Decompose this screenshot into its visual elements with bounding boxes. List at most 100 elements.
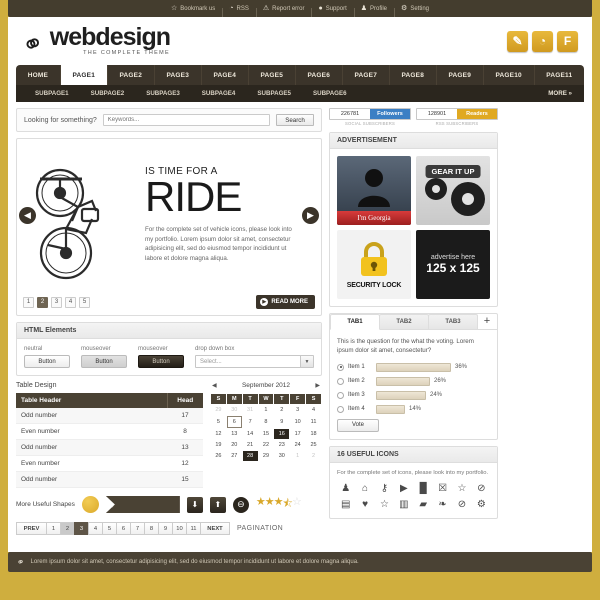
pagination-page-1[interactable]: 1 — [46, 522, 60, 535]
ad-security-lock[interactable]: SECURITY LOCK — [337, 230, 411, 299]
pagination-prev[interactable]: PREV — [16, 522, 46, 535]
calendar-day[interactable]: 9 — [274, 416, 289, 428]
slider-dot-1[interactable]: 1 — [23, 296, 34, 308]
slider-dot-4[interactable]: 4 — [65, 296, 76, 308]
table-row[interactable]: Even number 12 — [16, 455, 203, 472]
video-camera-icon[interactable]: ▶ — [395, 482, 412, 495]
pagination-next[interactable]: NEXT — [200, 522, 230, 535]
chart-icon[interactable]: █ — [415, 482, 432, 495]
minus-circle-icon[interactable]: ⊖ — [232, 496, 249, 513]
radio-icon-3[interactable] — [337, 391, 344, 399]
ad-placeholder[interactable]: advertise here 125 x 125 — [416, 230, 490, 299]
calendar-day[interactable]: 12 — [211, 429, 226, 439]
read-more-button[interactable]: ▶ READ MORE — [256, 295, 315, 309]
rss-icon[interactable]: ◔ — [532, 30, 553, 52]
calendar-day[interactable]: 8 — [259, 416, 274, 428]
nav-item-page11[interactable]: PAGE11 — [535, 65, 584, 85]
vote-option-2[interactable]: Item 2 26% — [337, 376, 490, 386]
table-row[interactable]: Even number 8 — [16, 423, 203, 440]
ad-gear-it-up[interactable]: GEAR IT UP — [416, 156, 490, 225]
subnav-item-subpage2[interactable]: SUBPAGE2 — [80, 90, 136, 97]
topbar-item-bookmark[interactable]: ☆ Bookmark us — [164, 5, 222, 12]
subnav-item-subpage4[interactable]: SUBPAGE4 — [191, 90, 247, 97]
calendar-day[interactable]: 17 — [290, 429, 305, 439]
calendar-next-button[interactable]: ▶ — [315, 382, 320, 389]
slider-prev-arrow[interactable]: ◀ — [19, 207, 36, 224]
pagination-page-4[interactable]: 4 — [88, 522, 102, 535]
book-icon[interactable]: ▥ — [395, 498, 412, 511]
pagination-page-8[interactable]: 8 — [144, 522, 158, 535]
document-icon[interactable]: ▤ — [337, 498, 354, 511]
calendar-day[interactable]: 3 — [290, 405, 305, 415]
nav-item-page7[interactable]: PAGE7 — [343, 65, 390, 85]
calendar-day[interactable]: 1 — [259, 405, 274, 415]
vote-button[interactable]: Vote — [337, 418, 379, 432]
ad-im-georgia[interactable]: I'm Georgia — [337, 156, 411, 225]
nav-item-page6[interactable]: PAGE6 — [296, 65, 343, 85]
topbar-item-setting[interactable]: ⚙ Setting — [394, 5, 436, 17]
calendar-day[interactable]: 26 — [211, 451, 226, 461]
radio-icon-4[interactable] — [337, 405, 344, 413]
calendar-day[interactable]: 30 — [227, 405, 242, 415]
button-hover[interactable]: Button — [81, 355, 127, 368]
download-arrow-icon[interactable]: ⬇ — [186, 496, 203, 513]
gear-icon[interactable]: ⚙ — [473, 498, 490, 511]
pagination-page-11[interactable]: 11 — [186, 522, 200, 535]
calendar-day-today[interactable]: 6 — [226, 416, 242, 428]
nav-item-home[interactable]: HOME — [16, 65, 61, 85]
rss-feed-icon[interactable]: ✎ — [507, 30, 528, 52]
calendar-day[interactable]: 15 — [259, 429, 274, 439]
calendar-day[interactable]: 21 — [243, 440, 258, 450]
tab-tab3[interactable]: TAB3 — [428, 314, 478, 329]
pagination-page-2[interactable]: 2 — [60, 522, 74, 535]
nav-item-page9[interactable]: PAGE9 — [437, 65, 484, 85]
pagination-page-5[interactable]: 5 — [102, 522, 116, 535]
stat-followers[interactable]: 226781 Followers SOCIAL SUBSCRIBERS — [329, 108, 411, 126]
calendar-day[interactable]: 7 — [243, 416, 258, 428]
calendar-day[interactable]: 19 — [211, 440, 226, 450]
nav-item-page2[interactable]: PAGE2 — [108, 65, 155, 85]
calendar-prev-button[interactable]: ◀ — [212, 382, 217, 389]
table-row[interactable]: Odd number 13 — [16, 439, 203, 456]
pagination-page-3-current[interactable]: 3 — [74, 522, 88, 535]
stat-readers[interactable]: 128901 Readers RSS SUBSCRIBERS — [416, 108, 498, 126]
slider-next-arrow[interactable]: ▶ — [302, 207, 319, 224]
nav-item-page10[interactable]: PAGE10 — [484, 65, 535, 85]
calendar-day[interactable]: 13 — [227, 429, 242, 439]
topbar-item-rss[interactable]: ◔ RSS — [222, 5, 256, 17]
calendar-day[interactable]: 24 — [290, 440, 305, 450]
table-row[interactable]: Odd number 15 — [16, 471, 203, 488]
nav-item-page1[interactable]: PAGE1 — [60, 65, 108, 85]
radio-icon-2[interactable] — [337, 377, 344, 385]
slider-dot-5[interactable]: 5 — [79, 296, 90, 308]
nav-item-page8[interactable]: PAGE8 — [390, 65, 437, 85]
tab-tab2[interactable]: TAB2 — [379, 314, 429, 329]
pagination-page-10[interactable]: 10 — [172, 522, 186, 535]
calendar-day[interactable]: 10 — [290, 416, 305, 428]
calendar-day[interactable]: 2 — [274, 405, 289, 415]
slider-dot-3[interactable]: 3 — [51, 296, 62, 308]
subnav-item-subpage3[interactable]: SUBPAGE3 — [135, 90, 191, 97]
calendar-day[interactable]: 30 — [274, 451, 289, 461]
calendar-day[interactable]: 27 — [227, 451, 242, 461]
tag-icon[interactable]: ▰ — [415, 498, 432, 511]
radio-icon-1[interactable] — [337, 363, 344, 371]
search-input[interactable] — [102, 114, 270, 126]
nav-item-page5[interactable]: PAGE5 — [249, 65, 296, 85]
no-entry-icon[interactable]: ⊘ — [473, 482, 490, 495]
subnav-more-button[interactable]: MORE » — [548, 90, 576, 97]
calendar-day[interactable]: 23 — [274, 440, 289, 450]
topbar-item-report-error[interactable]: ⚠ Report error — [255, 5, 312, 17]
calendar-day[interactable]: 25 — [306, 440, 321, 450]
subnav-item-subpage5[interactable]: SUBPAGE5 — [246, 90, 302, 97]
pagination-page-6[interactable]: 6 — [116, 522, 130, 535]
nav-item-page3[interactable]: PAGE3 — [155, 65, 202, 85]
site-logo[interactable]: ⚭ webdesign THE COMPLETE THEME — [18, 25, 171, 62]
subnav-item-subpage6[interactable]: SUBPAGE6 — [302, 90, 358, 97]
search-button[interactable]: Search — [276, 114, 314, 126]
calendar-day[interactable]: 22 — [259, 440, 274, 450]
bird-icon[interactable]: ❧ — [434, 498, 451, 511]
slider-dot-2[interactable]: 2 — [37, 296, 48, 308]
vote-option-4[interactable]: Item 4 14% — [337, 404, 490, 414]
star-icon[interactable]: ☆ — [376, 498, 393, 511]
